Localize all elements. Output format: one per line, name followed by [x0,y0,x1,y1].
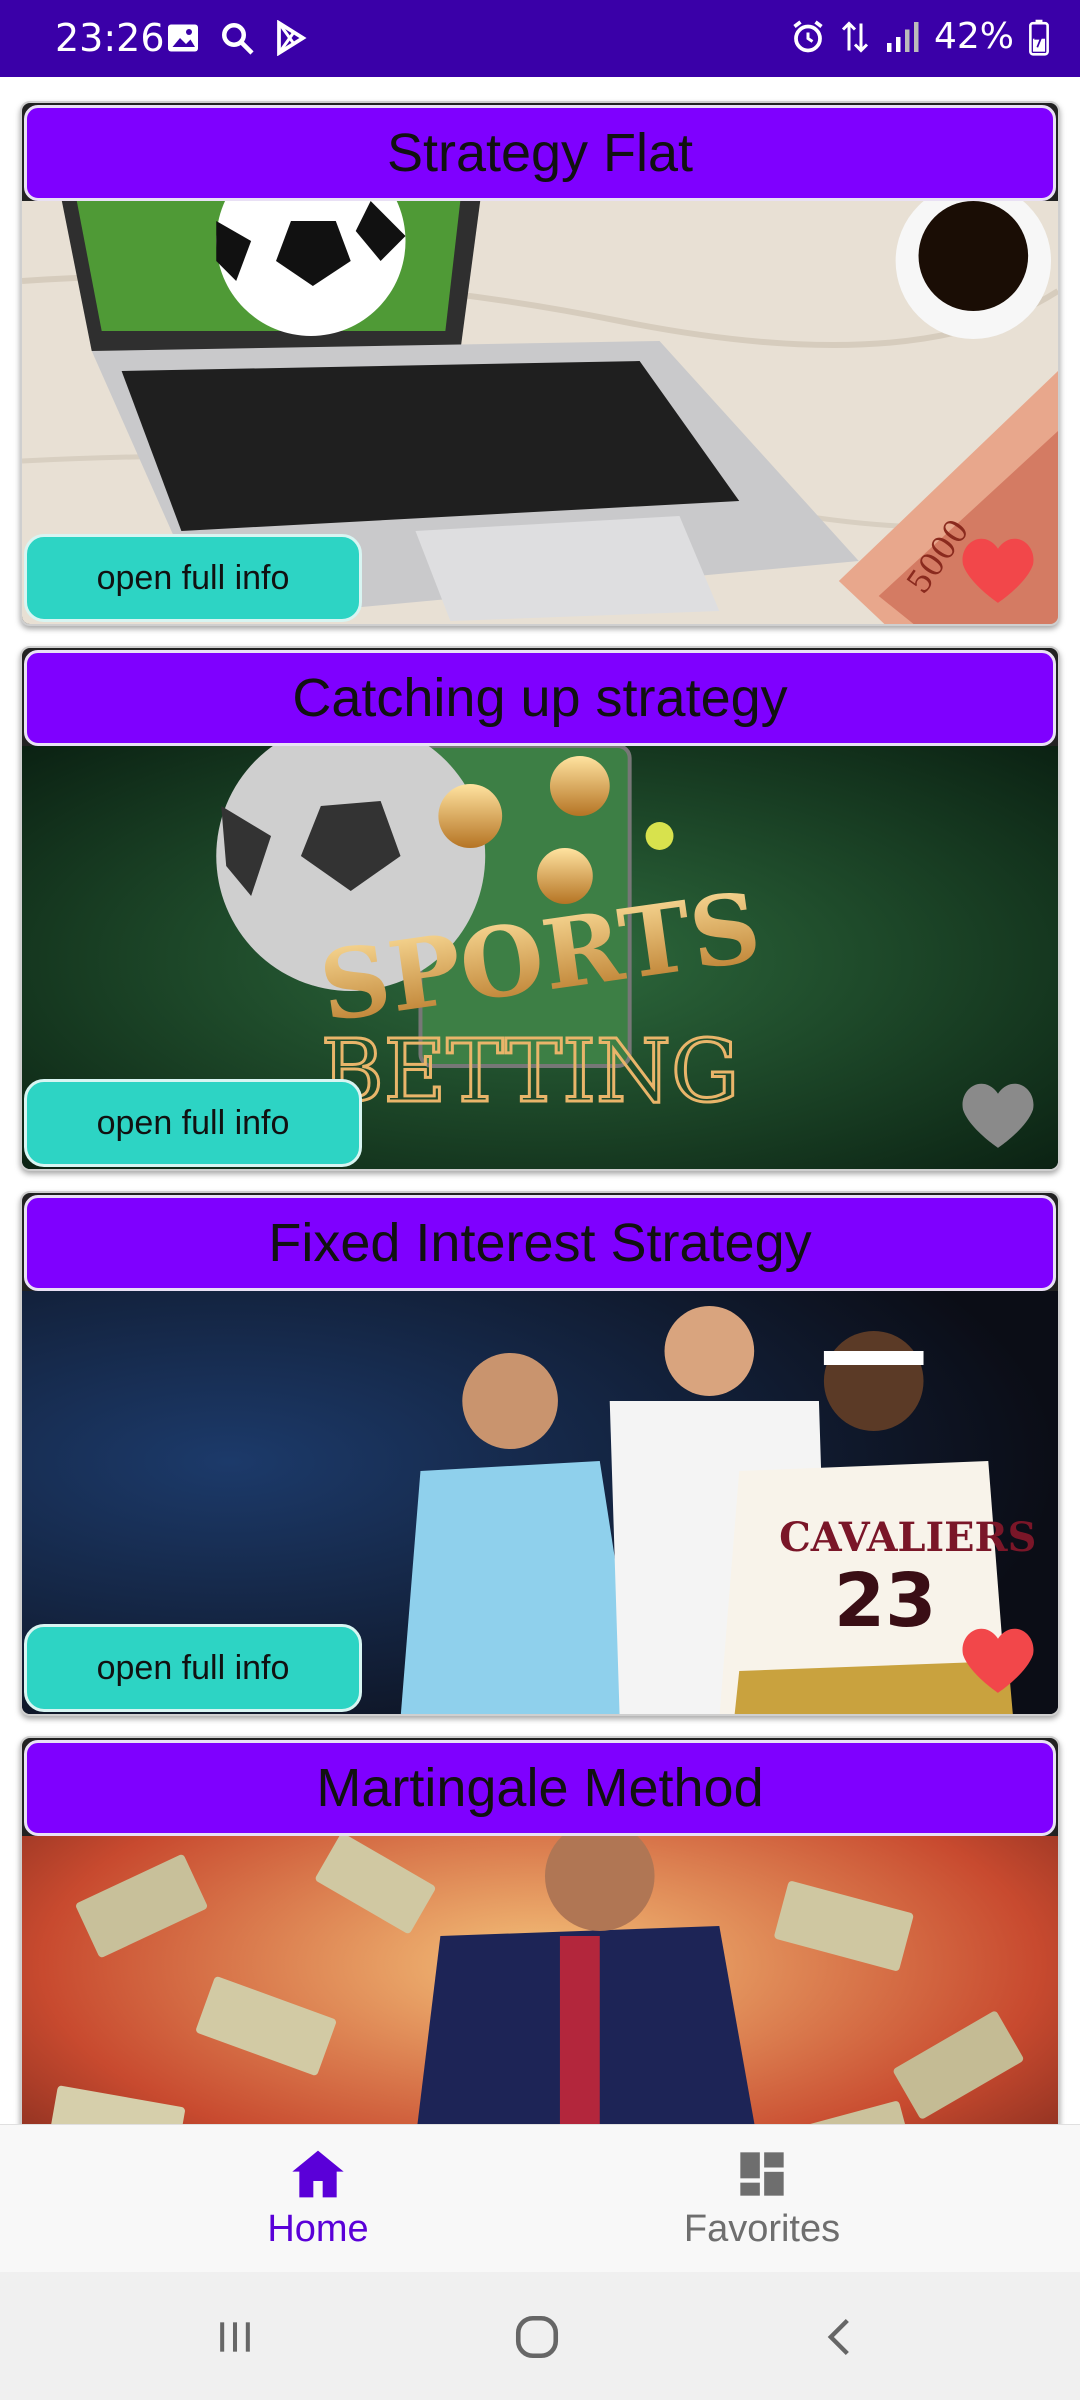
recent-apps-button[interactable] [200,2302,270,2372]
card-title: Strategy Flat [24,105,1056,201]
open-full-info-button[interactable]: open full info [24,1624,362,1712]
status-icons-right: 42% [790,16,1050,57]
nav-favorites-label: Favorites [683,2207,841,2250]
status-icons-left [165,20,309,56]
battery-icon [1029,19,1049,56]
strategy-card[interactable]: Catching up strategy SPORTS BETTING open… [20,646,1060,1171]
recent-apps-icon [220,2322,250,2352]
play-store-icon [277,20,307,56]
strategy-card[interactable]: Strategy Flat 5000 open full info [20,101,1060,626]
home-system-button[interactable] [502,2302,572,2372]
dashboard-icon [740,2151,784,2196]
back-button[interactable] [805,2302,875,2372]
battery-percent: 42% [933,16,1014,57]
strategy-card[interactable]: Fixed Interest Strategy CAVALIERS 23 ope… [20,1191,1060,1716]
betting-text: BETTING [321,1022,740,1122]
alarm-icon [793,20,823,52]
strategy-card[interactable]: Martingale Method [20,1736,1060,2124]
card-title: Martingale Method [24,1740,1056,1836]
nav-home-label: Home [267,2207,369,2250]
heart-icon[interactable] [958,1081,1038,1151]
status-time: 23:26 [55,16,165,60]
status-bar: 23:26 42% [0,0,1080,77]
bottom-navigation: Home Favorites [0,2124,1080,2272]
card-title: Catching up strategy [24,650,1056,746]
money-soccer-image [22,1836,1058,2124]
search-icon [222,23,254,55]
card-title: Fixed Interest Strategy [24,1195,1056,1291]
nav-home[interactable]: Home [168,2125,468,2273]
open-full-info-button[interactable]: open full info [24,1079,362,1167]
team-text: CAVALIERS [779,1515,1036,1561]
heart-icon[interactable] [958,536,1038,606]
nav-favorites[interactable]: Favorites [612,2125,912,2273]
heart-icon[interactable] [958,1626,1038,1696]
system-navigation-bar [0,2272,1080,2400]
open-full-info-button[interactable]: open full info [24,534,362,622]
home-icon [292,2150,344,2197]
gallery-icon [168,24,198,52]
strategy-feed[interactable]: Strategy Flat 5000 open full info Catchi… [0,77,1080,2124]
signal-icon [886,21,919,52]
home-circle-icon [515,2315,559,2359]
data-arrows-icon [841,20,869,53]
back-icon [827,2318,849,2356]
jersey-number-text: 23 [834,1558,937,1644]
